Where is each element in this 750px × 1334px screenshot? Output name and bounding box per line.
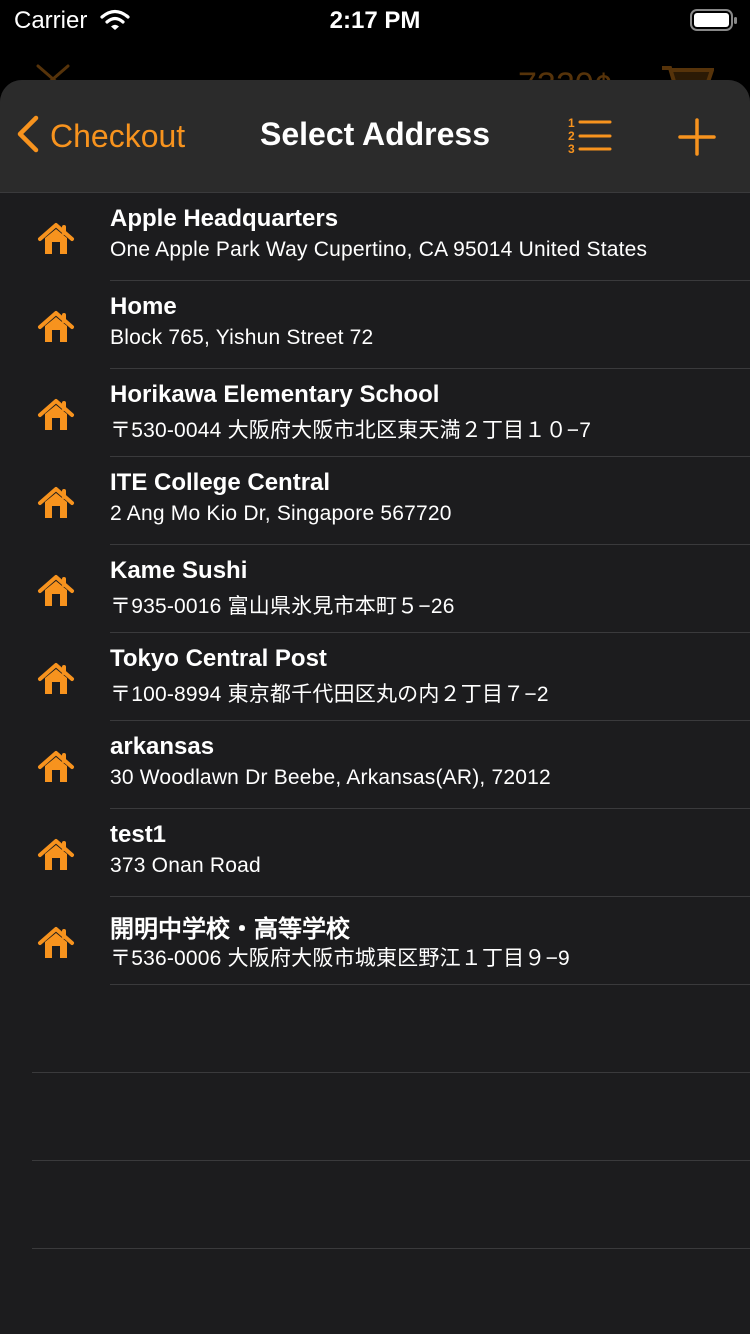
home-icon xyxy=(36,573,76,614)
home-icon xyxy=(36,485,76,526)
address-name: Apple Headquarters xyxy=(110,205,339,232)
address-row[interactable]: Horikawa Elementary School 〒530-0044 大阪府… xyxy=(0,369,750,457)
address-name: arkansas xyxy=(110,733,215,760)
address-row[interactable]: Kame Sushi 〒935-0016 富山県氷見市本町５−26 xyxy=(0,545,750,633)
address-row[interactable]: ITE College Central 2 Ang Mo Kio Dr, Sin… xyxy=(0,457,750,545)
empty-row xyxy=(0,1073,750,1161)
address-name: ITE College Central xyxy=(110,469,331,496)
address-line: 373 Onan Road xyxy=(110,854,261,877)
svg-text:1: 1 xyxy=(568,116,575,130)
navigation-bar: Checkout Select Address 1 2 3 xyxy=(0,80,750,193)
address-row[interactable]: test1 373 Onan Road xyxy=(0,809,750,897)
address-name: Home xyxy=(110,293,177,320)
home-icon xyxy=(36,397,76,438)
home-icon xyxy=(36,925,76,966)
address-row[interactable]: 開明中学校・高等学校 〒536-0006 大阪府大阪市城東区野江１丁目９−9 xyxy=(0,897,750,985)
page-title: Select Address xyxy=(259,116,491,152)
numbered-list-icon: 1 2 3 xyxy=(566,116,614,160)
address-name: Horikawa Elementary School xyxy=(110,381,440,408)
status-time: 2:17 PM xyxy=(329,7,421,34)
home-icon xyxy=(36,837,76,878)
home-icon xyxy=(36,221,76,262)
home-icon xyxy=(36,749,76,790)
address-line: 30 Woodlawn Dr Beebe, Arkansas(AR), 7201… xyxy=(110,766,551,789)
home-icon xyxy=(36,309,76,350)
address-line: 〒100-8994 東京都千代田区丸の内２丁目７−2 xyxy=(110,683,549,706)
status-bar: Carrier 2:17 PM xyxy=(0,0,750,40)
address-list: Apple Headquarters One Apple Park Way Cu… xyxy=(0,193,750,1249)
address-line: 〒935-0016 富山県氷見市本町５−26 xyxy=(110,595,455,618)
address-line: 〒530-0044 大阪府大阪市北区東天満２丁目１０−7 xyxy=(110,419,592,442)
address-line: Block 765, Yishun Street 72 xyxy=(110,326,374,349)
sort-button[interactable]: 1 2 3 xyxy=(566,116,614,161)
svg-text:3: 3 xyxy=(568,142,575,156)
plus-icon xyxy=(678,118,716,160)
address-line: 〒536-0006 大阪府大阪市城東区野江１丁目９−9 xyxy=(110,947,570,970)
select-address-sheet: Checkout Select Address 1 2 3 Apple Head… xyxy=(0,80,750,1334)
home-icon xyxy=(36,661,76,702)
address-row[interactable]: Home Block 765, Yishun Street 72 xyxy=(0,281,750,369)
address-name: Kame Sushi xyxy=(110,557,248,584)
address-row[interactable]: arkansas 30 Woodlawn Dr Beebe, Arkansas(… xyxy=(0,721,750,809)
empty-row xyxy=(0,985,750,1073)
add-address-button[interactable] xyxy=(678,118,716,161)
address-name: 開明中学校・高等学校 xyxy=(110,916,350,943)
address-name: Tokyo Central Post xyxy=(110,645,327,672)
address-line: One Apple Park Way Cupertino, CA 95014 U… xyxy=(110,238,648,261)
empty-row xyxy=(0,1161,750,1249)
address-line: 2 Ang Mo Kio Dr, Singapore 567720 xyxy=(110,502,452,525)
svg-text:2: 2 xyxy=(568,129,575,143)
battery-icon xyxy=(690,8,738,37)
address-row[interactable]: Tokyo Central Post 〒100-8994 東京都千代田区丸の内２… xyxy=(0,633,750,721)
address-name: test1 xyxy=(110,821,167,848)
address-row[interactable]: Apple Headquarters One Apple Park Way Cu… xyxy=(0,193,750,281)
row-divider xyxy=(32,1248,750,1249)
